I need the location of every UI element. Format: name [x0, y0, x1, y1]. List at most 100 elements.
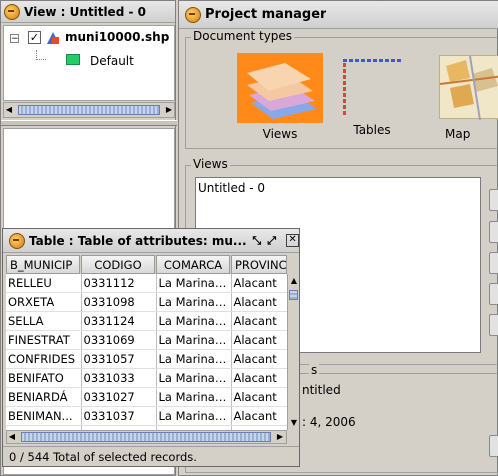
table-horizontal-scrollbar[interactable]: ◀ ▶ — [6, 430, 287, 444]
maximize-icon[interactable]: ⤢ — [267, 234, 276, 248]
table-cell[interactable]: Alacant — [231, 406, 287, 426]
table-cell[interactable]: CONFRIDES — [6, 349, 82, 369]
table-cell[interactable]: La Marina ... — [156, 368, 232, 388]
table-cell[interactable]: La Marina ... — [156, 406, 232, 426]
table-row[interactable]: BENIFATO 0331033 La Marina ... Alacant — [6, 368, 287, 388]
splitter[interactable] — [1, 120, 177, 126]
table-cell[interactable]: 0331057 — [81, 349, 157, 369]
properties-button[interactable] — [489, 435, 498, 457]
table-cell[interactable]: La Marina ... — [156, 311, 232, 331]
map-icon — [439, 55, 498, 121]
table-cell[interactable]: 0331112 — [81, 274, 157, 293]
table-cell[interactable]: Alacant — [231, 349, 287, 369]
scroll-up-icon[interactable]: ▲ — [289, 276, 299, 286]
table-window-titlebar[interactable]: Table : Table of attributes: mu... ⤡ ⤢ ✕ — [3, 229, 299, 253]
new-view-button[interactable] — [489, 189, 498, 211]
open-view-button[interactable] — [489, 221, 498, 243]
table-cell[interactable]: Alacant — [231, 311, 287, 331]
table-cell[interactable]: 0331069 — [81, 330, 157, 350]
views-icon — [237, 53, 323, 123]
scroll-right-icon[interactable]: ▶ — [164, 105, 174, 115]
toc-horizontal-scrollbar[interactable]: ◀ ▶ — [3, 102, 175, 118]
table-row[interactable]: BENIMAN... 0331037 La Marina ... Alacant — [6, 406, 287, 426]
table-row[interactable]: FINESTRAT 0331069 La Marina ... Alacant — [6, 330, 287, 350]
table-cell[interactable]: BENIARDÁ — [6, 387, 82, 407]
delete-view-button[interactable] — [489, 283, 498, 305]
table-cell[interactable]: BENIMAN... — [6, 406, 82, 426]
attribute-table-body[interactable]: RELLEU 0331112 La Marina ... Alacant ORXETA 0… — [6, 274, 287, 430]
table-row[interactable]: BENIARDÁ 0331027 La Marina ... Alacant — [6, 387, 287, 407]
tables-icon — [341, 57, 403, 115]
properties-group-label: s — [309, 363, 320, 377]
table-cell[interactable]: 0331033 — [81, 368, 157, 388]
table-cell[interactable]: BENIFATO — [6, 368, 82, 388]
doc-type-tables-label: Tables — [353, 123, 391, 137]
table-row[interactable]: RELLEU 0331112 La Marina ... Alacant — [6, 274, 287, 293]
column-header-provinc[interactable]: PROVINC — [231, 255, 287, 274]
scroll-right-icon[interactable]: ▶ — [275, 432, 285, 442]
table-row[interactable]: CONFRIDES 0331057 La Marina ... Alacant — [6, 349, 287, 369]
gvsig-icon — [4, 3, 20, 20]
doc-type-map[interactable]: Map — [439, 53, 498, 143]
table-cell[interactable]: La Marina ... — [156, 274, 232, 293]
table-status-bar: 0 / 544 Total of selected records. — [3, 446, 299, 466]
table-cell[interactable]: ORXETA — [6, 292, 82, 312]
table-cell[interactable]: Alacant — [231, 387, 287, 407]
table-row[interactable]: ORXETA 0331098 La Marina ... Alacant — [6, 292, 287, 312]
gvsig-icon — [9, 232, 25, 249]
table-cell[interactable]: 0331124 — [81, 311, 157, 331]
table-cell[interactable]: Alacant — [231, 330, 287, 350]
tree-collapse-icon[interactable]: − — [10, 34, 19, 44]
attribute-table: RELLEU 0331112 La Marina ... Alacant ORXETA 0… — [6, 274, 287, 430]
legend-label: Default — [90, 54, 134, 68]
scroll-down-icon[interactable]: ▼ — [289, 418, 299, 428]
rename-view-button[interactable] — [489, 252, 498, 274]
table-cell[interactable]: 0331027 — [81, 387, 157, 407]
table-cell[interactable]: Alacant — [231, 274, 287, 293]
project-manager-titlebar[interactable]: Project manager — [179, 1, 498, 29]
doc-type-views[interactable]: Views — [237, 53, 325, 143]
table-row[interactable]: SELLA 0331124 La Marina ... Alacant — [6, 311, 287, 331]
table-cell[interactable]: La Marina ... — [156, 292, 232, 312]
scroll-left-icon[interactable]: ◀ — [4, 105, 14, 115]
table-cell[interactable]: La Marina ... — [156, 387, 232, 407]
table-cell[interactable]: La Marina ... — [156, 330, 232, 350]
tree-connector — [36, 50, 46, 60]
creation-date-value: : 4, 2006 — [302, 415, 356, 429]
views-group-label: Views — [191, 157, 230, 171]
table-cell[interactable]: 0331098 — [81, 292, 157, 312]
close-icon[interactable]: ✕ — [286, 234, 299, 247]
column-header-comarca[interactable]: COMARCA — [156, 255, 230, 274]
selected-records-status: 0 / 544 Total of selected records. — [9, 450, 197, 464]
toc-panel: − ✓ muni10000.shp Default — [3, 25, 175, 101]
table-cell[interactable]: FINESTRAT — [6, 330, 82, 350]
table-vertical-scrollbar[interactable]: ▲ ▼ — [287, 274, 299, 430]
table-cell[interactable]: Alacant — [231, 292, 287, 312]
table-cell[interactable]: Alacant — [231, 368, 287, 388]
properties-view-button[interactable] — [489, 314, 498, 336]
table-hscroll-thumb[interactable] — [21, 432, 271, 442]
table-cell[interactable]: 0331037 — [81, 406, 157, 426]
layer-visibility-checkbox[interactable]: ✓ — [28, 31, 41, 44]
session-name-value: ntitled — [302, 383, 341, 397]
doc-type-tables[interactable]: Tables — [337, 53, 425, 143]
layer-name[interactable]: muni10000.shp — [65, 30, 169, 44]
document-types-label: Document types — [191, 29, 295, 43]
minimize-icon[interactable]: ⤡ — [252, 234, 261, 248]
table-window-title: Table : Table of attributes: mu... — [29, 233, 247, 248]
table-vscroll-thumb[interactable] — [289, 290, 298, 300]
table-cell[interactable]: RELLEU — [6, 274, 82, 293]
table-window: Table : Table of attributes: mu... ⤡ ⤢ ✕… — [2, 228, 300, 467]
table-cell[interactable]: La Marina ... — [156, 349, 232, 369]
gvsig-icon — [185, 6, 201, 23]
view-window-titlebar[interactable]: View : Untitled - 0 — [1, 1, 175, 23]
toc-scroll-thumb[interactable] — [18, 105, 160, 115]
legend-swatch — [66, 54, 80, 65]
doc-type-views-label: Views — [262, 127, 298, 141]
table-cell[interactable]: SELLA — [6, 311, 82, 331]
column-header-codigo[interactable]: CODIGO — [81, 255, 155, 274]
layer-type-icon — [46, 31, 60, 45]
scroll-left-icon[interactable]: ◀ — [7, 432, 17, 442]
views-list-item[interactable]: Untitled - 0 — [198, 181, 265, 195]
column-header-b-municip[interactable]: B_MUNICIP — [6, 255, 80, 274]
